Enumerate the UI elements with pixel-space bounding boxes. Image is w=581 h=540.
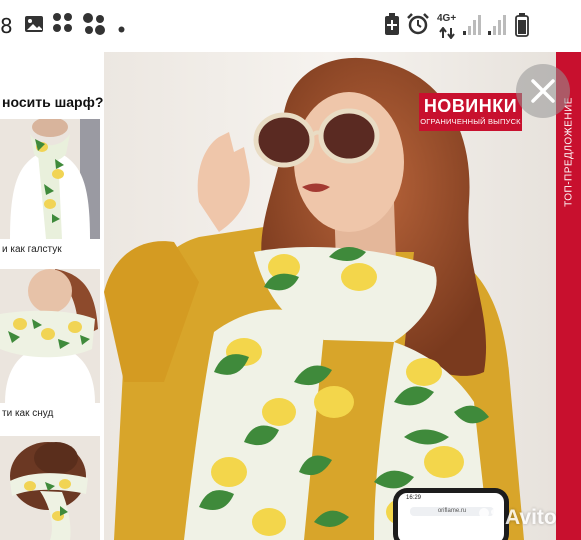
close-button[interactable]	[516, 64, 570, 118]
badge-title: НОВИНКИ	[423, 96, 518, 116]
dot-icon	[118, 20, 125, 38]
avito-logo-icon	[479, 508, 500, 529]
network-type-label: 4G+	[437, 13, 457, 24]
tip-thumbnail-snood	[0, 269, 100, 403]
battery-icon	[515, 12, 529, 42]
new-items-badge: НОВИНКИ ОГРАНИЧЕННЫЙ ВЫПУСК	[419, 93, 522, 131]
avito-watermark: Avito	[476, 503, 557, 533]
close-icon	[531, 79, 555, 103]
tip-thumbnail-headband	[0, 436, 100, 540]
battery-saver-icon	[384, 12, 400, 41]
app-cluster-icon	[82, 12, 106, 41]
alarm-icon	[406, 12, 430, 41]
catalog-page: носить шарф? и как галстук ти как снуд Т…	[0, 52, 581, 540]
network-arrows-icon	[439, 26, 455, 44]
status-time: 8	[0, 14, 13, 38]
tip-thumbnail-tie	[0, 119, 100, 239]
gallery-icon	[24, 15, 44, 38]
watermark-text: Avito	[505, 506, 557, 529]
signal-icon	[487, 14, 507, 41]
phone-time: 16:29	[406, 495, 422, 501]
tip-caption-snood: ти как снуд	[2, 408, 54, 419]
signal-icon	[462, 14, 482, 41]
badge-subtitle: ОГРАНИЧЕННЫЙ ВЫПУСК	[420, 117, 521, 126]
app-cluster-icon	[52, 12, 76, 41]
tip-caption-tie: и как галстук	[2, 244, 62, 255]
scarf-tips-column: носить шарф? и как галстук ти как снуд	[0, 52, 104, 540]
tips-title: носить шарф?	[2, 94, 104, 110]
status-bar: 8 4G+	[0, 0, 581, 52]
